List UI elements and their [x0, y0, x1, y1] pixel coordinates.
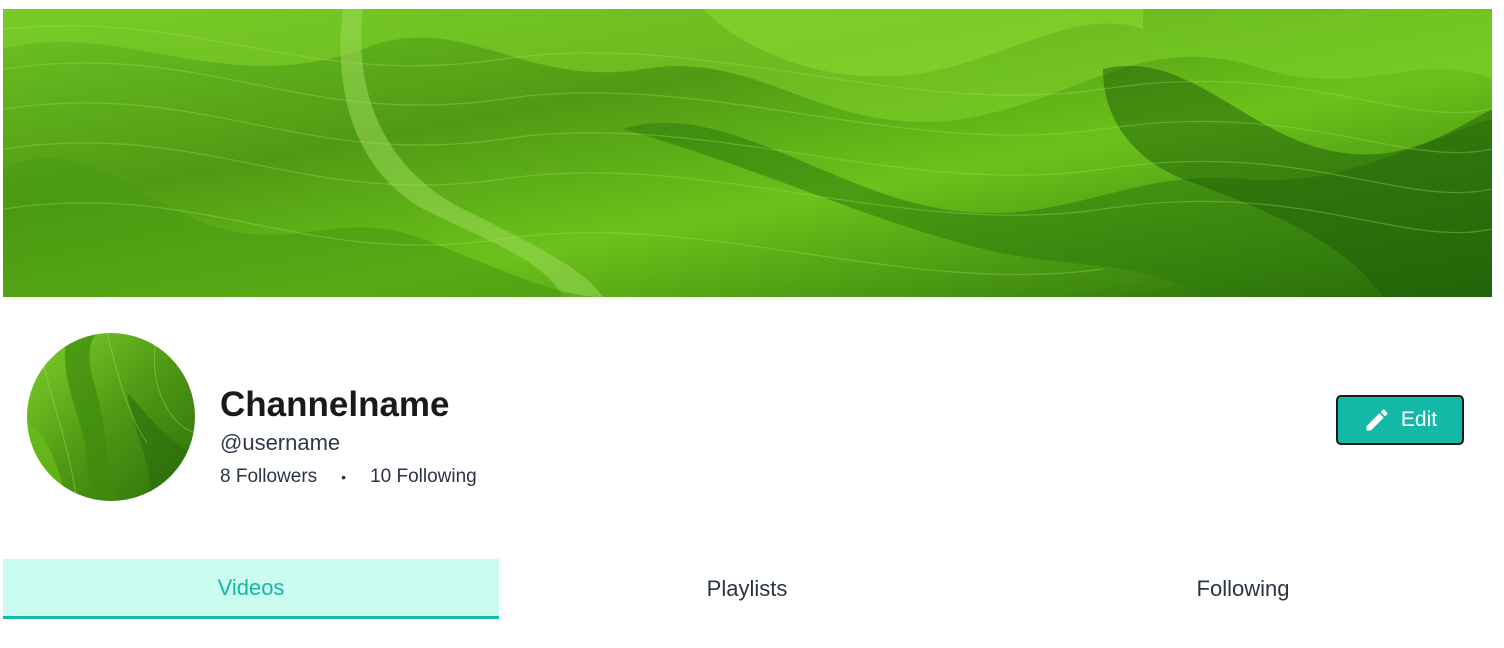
edit-button[interactable]: Edit — [1336, 395, 1464, 445]
avatar[interactable] — [27, 333, 195, 501]
avatar-image — [27, 333, 195, 501]
tab-videos[interactable]: Videos — [3, 559, 499, 619]
tab-following[interactable]: Following — [995, 559, 1491, 619]
edit-button-label: Edit — [1400, 408, 1438, 431]
username: @username — [220, 429, 341, 455]
tab-playlists[interactable]: Playlists — [499, 559, 995, 619]
followers-count[interactable]: 8 Followers — [220, 466, 317, 488]
tab-label: Following — [1196, 576, 1290, 601]
following-count[interactable]: 10 Following — [370, 466, 477, 488]
channel-stats: 8 Followers • 10 Following — [220, 466, 477, 488]
channel-info: Channelname @username 8 Followers • 10 F… — [220, 347, 477, 488]
profile-section: Channelname @username 8 Followers • 10 F… — [27, 333, 477, 501]
channel-page: Channelname @username 8 Followers • 10 F… — [0, 0, 1504, 648]
stats-separator: • — [341, 468, 347, 485]
tab-label: Playlists — [706, 576, 788, 601]
channel-name: Channelname — [220, 384, 450, 424]
channel-tabs: Videos Playlists Following — [3, 559, 1492, 619]
pencil-icon — [1366, 409, 1388, 431]
banner-image — [3, 9, 1492, 297]
channel-banner — [3, 9, 1492, 297]
tab-label: Videos — [217, 574, 285, 600]
